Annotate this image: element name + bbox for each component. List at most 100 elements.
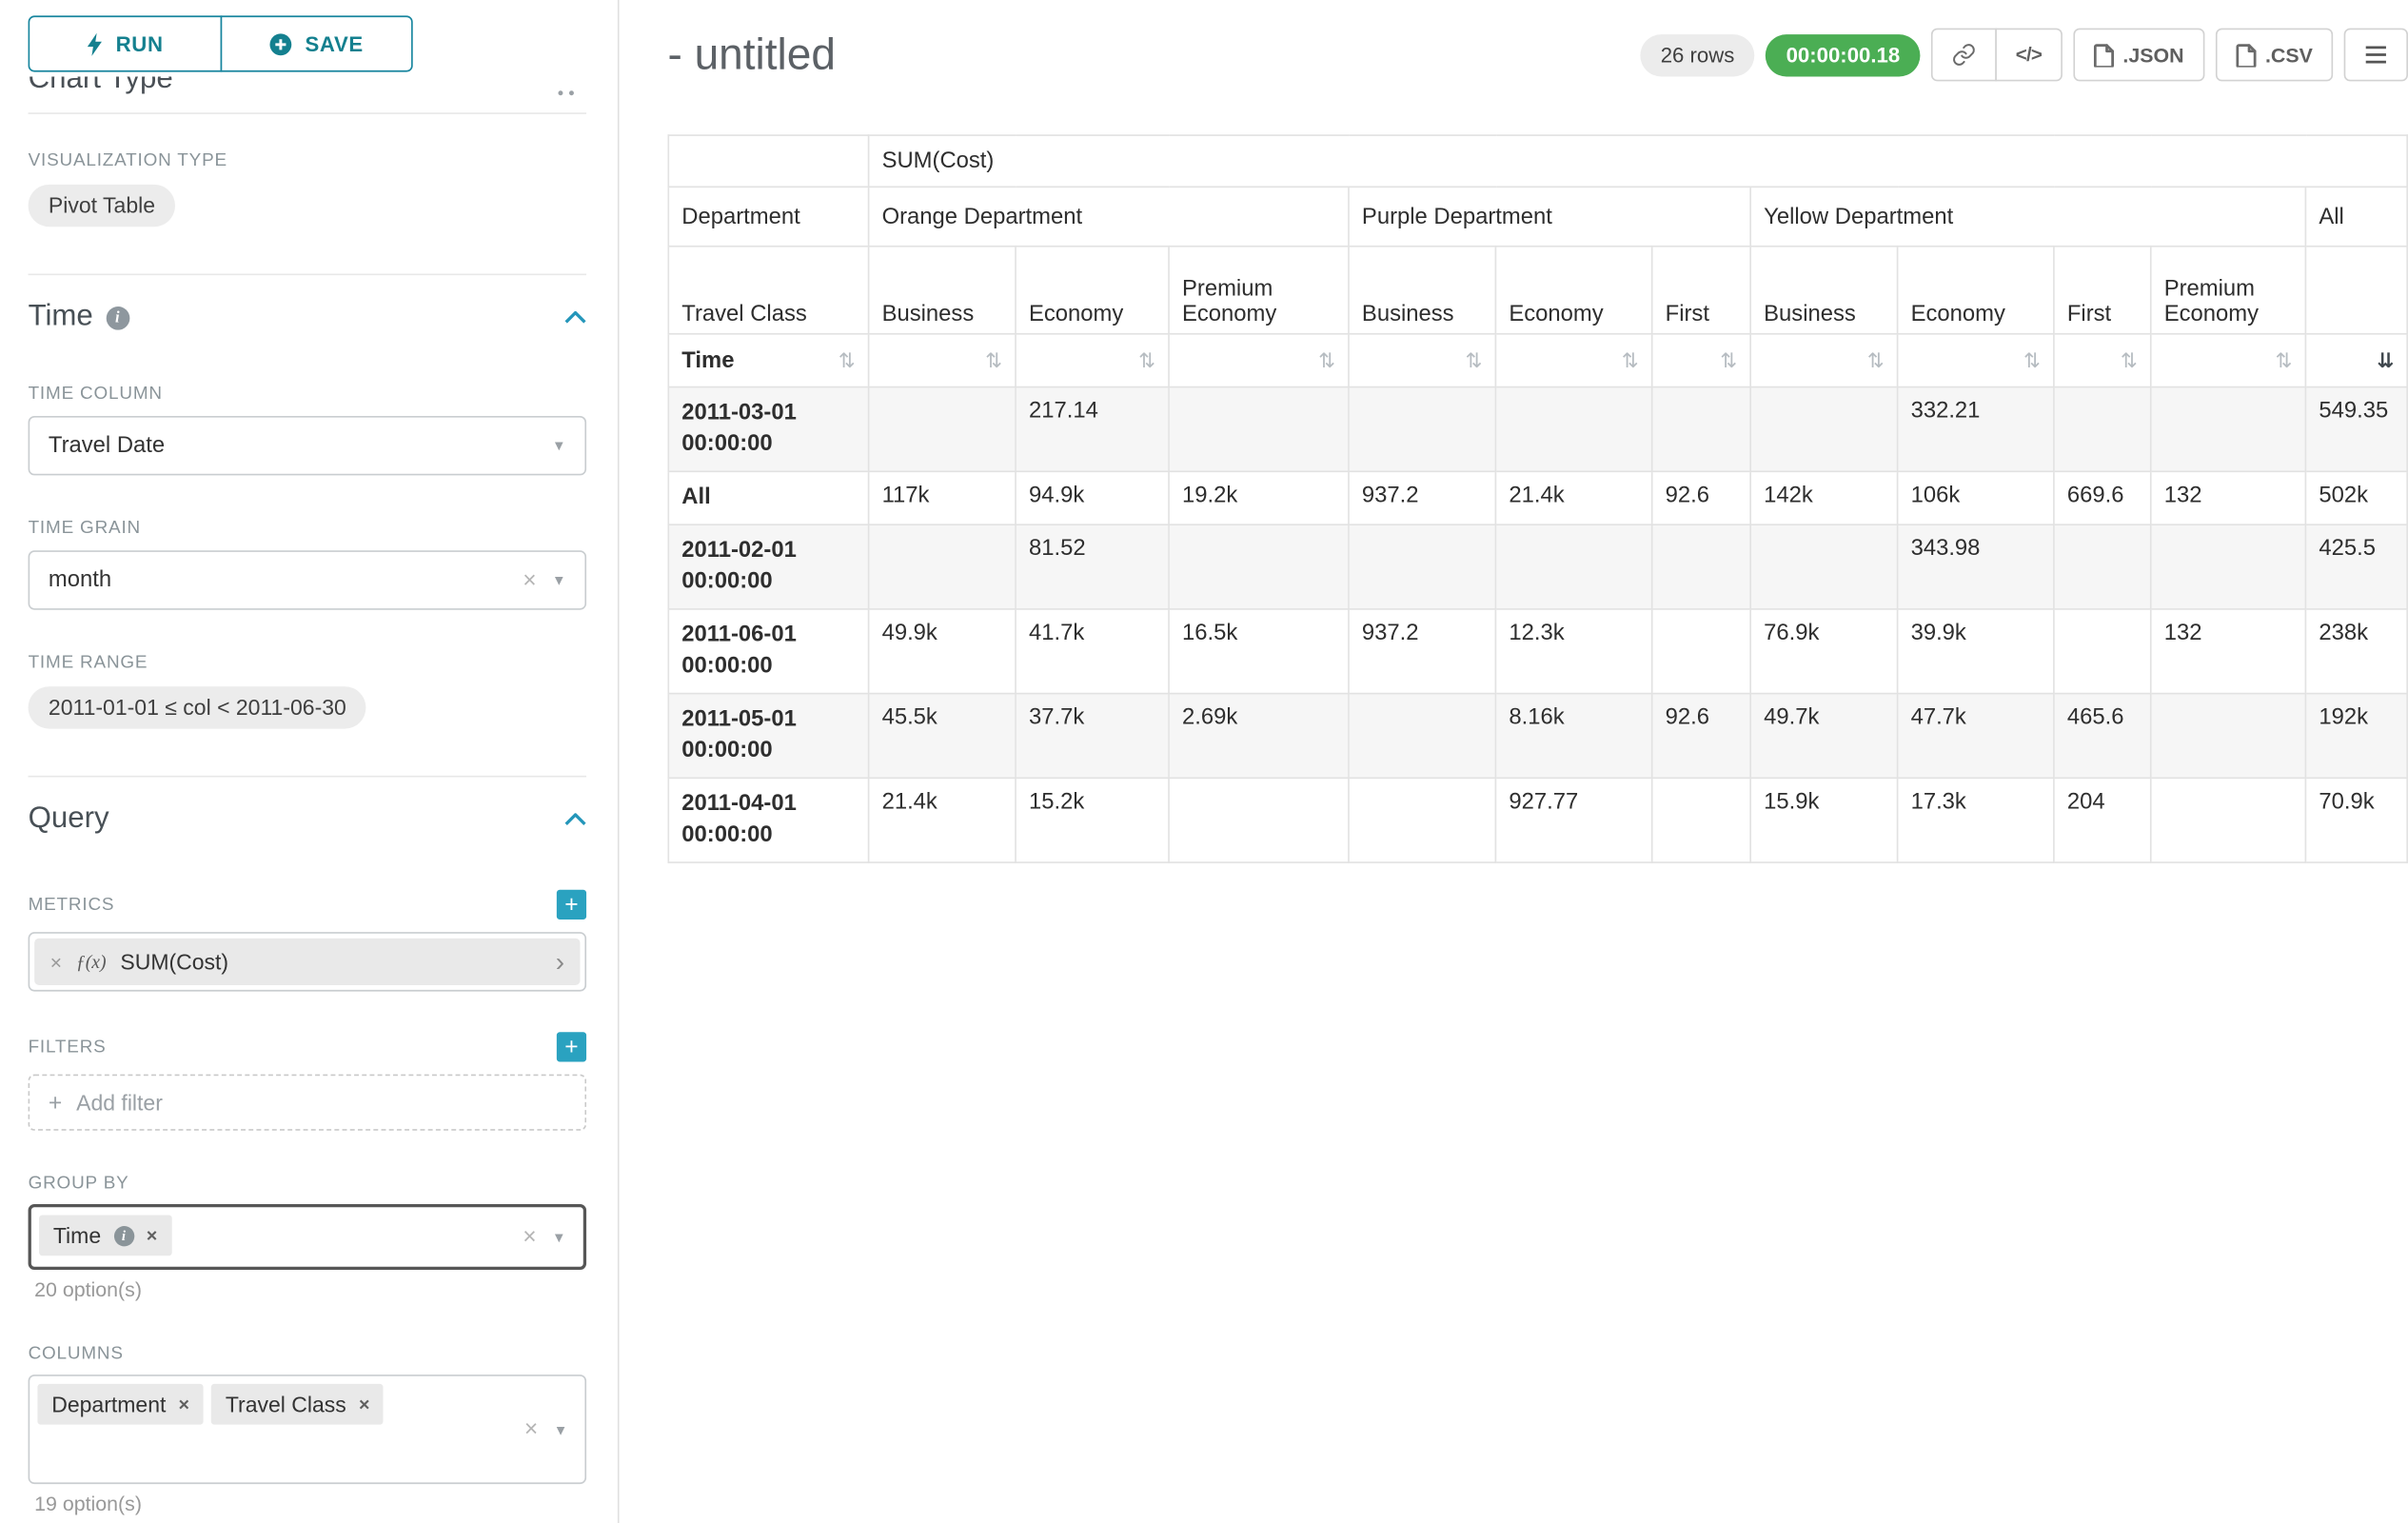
table-row: 2011-05-01 00:00:0045.5k37.7k2.69k8.16k9… — [668, 694, 2407, 779]
caret-down-icon: ▼ — [552, 438, 566, 453]
value-cell: 15.9k — [1750, 778, 1897, 862]
column-group-header: Orange Department — [869, 187, 1349, 246]
sort-cell[interactable]: ⇅ — [1349, 334, 1495, 387]
sort-icon[interactable]: ⇅ — [1466, 348, 1483, 373]
groupby-pill[interactable]: Timei× — [39, 1215, 171, 1256]
value-cell: 343.98 — [1898, 524, 2054, 609]
value-cell: 669.6 — [2054, 471, 2151, 524]
chevron-up-icon[interactable] — [564, 813, 586, 825]
value-cell: 117k — [869, 471, 1016, 524]
sort-icon[interactable]: ⇅ — [1867, 348, 1885, 373]
sort-icon[interactable]: ⇅ — [1622, 348, 1639, 373]
table-row: All117k94.9k19.2k937.221.4k92.6142k106k6… — [668, 471, 2407, 524]
value-cell: 332.21 — [1898, 387, 2054, 472]
query-timer-badge: 00:00:00.18 — [1766, 33, 1920, 75]
columns-pill[interactable]: Department× — [37, 1384, 203, 1425]
value-cell: 92.6 — [1652, 694, 1751, 779]
share-button-group: </> — [1931, 29, 2062, 82]
export-json-button[interactable]: .JSON — [2073, 29, 2204, 82]
value-cell: 204 — [2054, 778, 2151, 862]
time-column-select[interactable]: Travel Date ▼ — [29, 416, 586, 475]
column-header: Business — [869, 247, 1016, 334]
sort-cell[interactable]: ⇅ — [1016, 334, 1169, 387]
query-section-header[interactable]: Query — [29, 796, 586, 842]
sort-cell[interactable]: ⇊ — [2305, 334, 2407, 387]
value-cell — [869, 387, 1016, 472]
value-cell — [1495, 524, 1651, 609]
sort-icon[interactable]: ⇅ — [1138, 348, 1155, 373]
run-button[interactable]: RUN — [29, 15, 222, 71]
chevron-right-icon[interactable]: › — [556, 948, 564, 975]
add-filter-plus-button[interactable]: + — [557, 1032, 586, 1061]
column-header: First — [1652, 247, 1751, 334]
clear-icon[interactable]: × — [523, 1225, 536, 1249]
app: RUN SAVE Chart Type VISUALIZATION TYPE P… — [0, 0, 2408, 1523]
sort-desc-icon[interactable]: ⇊ — [2377, 348, 2394, 373]
clear-icon[interactable]: × — [524, 1417, 538, 1441]
value-cell — [1169, 524, 1349, 609]
chart-area: - untitled 26 rows 00:00:00.18 </> — [620, 0, 2408, 1523]
clear-icon[interactable]: × — [523, 568, 536, 592]
value-cell: 45.5k — [869, 694, 1016, 779]
sort-icon[interactable]: ⇅ — [2276, 348, 2293, 373]
row-header: 2011-02-01 00:00:00 — [668, 524, 868, 609]
metric-pill[interactable]: × ƒ(x) SUM(Cost) › — [34, 939, 580, 985]
chart-header: - untitled 26 rows 00:00:00.18 </> — [667, 22, 2408, 88]
time-section-header[interactable]: Time i — [29, 294, 586, 341]
sort-cell[interactable]: ⇅ — [1898, 334, 2054, 387]
columns-select[interactable]: Department×Travel Class× × ▼ — [29, 1375, 586, 1484]
value-cell: 465.6 — [2054, 694, 2151, 779]
remove-icon[interactable]: × — [50, 950, 62, 974]
column-group-header: All — [2305, 187, 2407, 246]
info-icon: i — [106, 306, 129, 329]
sort-icon[interactable]: ⇅ — [985, 348, 1002, 373]
row-header: 2011-04-01 00:00:00 — [668, 778, 868, 862]
metric-control[interactable]: × ƒ(x) SUM(Cost) › — [29, 932, 586, 991]
sort-cell[interactable]: ⇅ — [869, 334, 1016, 387]
export-csv-button[interactable]: .CSV — [2215, 29, 2333, 82]
add-filter-button[interactable]: + Add filter — [29, 1075, 586, 1131]
chart-title: - untitled — [667, 30, 835, 80]
copy-link-button[interactable] — [1931, 29, 1997, 82]
viz-type-pill[interactable]: Pivot Table — [29, 185, 176, 227]
columns-pill[interactable]: Travel Class× — [211, 1384, 384, 1425]
sort-cell[interactable]: ⇅ — [2054, 334, 2151, 387]
remove-icon[interactable]: × — [147, 1224, 158, 1246]
sort-icon[interactable]: ⇅ — [1318, 348, 1335, 373]
remove-icon[interactable]: × — [179, 1394, 190, 1415]
value-cell: 132 — [2151, 471, 2306, 524]
row-header: 2011-06-01 00:00:00 — [668, 609, 868, 694]
sort-icon[interactable]: ⇅ — [1720, 348, 1737, 373]
chevron-up-icon[interactable] — [564, 311, 586, 324]
value-cell: 41.7k — [1016, 609, 1169, 694]
group-by-select[interactable]: Timei× × ▼ — [29, 1204, 586, 1270]
csv-label: .CSV — [2265, 43, 2313, 67]
column-header: Premium Economy — [2151, 247, 2306, 334]
sort-cell[interactable]: ⇅ — [1750, 334, 1897, 387]
remove-icon[interactable]: × — [359, 1394, 370, 1415]
time-range-pill[interactable]: 2011-01-01 ≤ col < 2011-06-30 — [29, 686, 367, 728]
sort-cell[interactable]: ⇅ — [2151, 334, 2306, 387]
metric-name: SUM(Cost) — [120, 949, 228, 974]
value-cell: 8.16k — [1495, 694, 1651, 779]
sort-icon[interactable]: ⇅ — [2121, 348, 2138, 373]
row-axis-header[interactable]: Time ⇅ — [668, 334, 868, 387]
value-cell: 937.2 — [1349, 471, 1495, 524]
sort-cell[interactable]: ⇅ — [1495, 334, 1651, 387]
sort-icon[interactable]: ⇅ — [2023, 348, 2041, 373]
value-cell — [1349, 524, 1495, 609]
save-button[interactable]: SAVE — [220, 15, 413, 71]
column-header: Business — [1349, 247, 1495, 334]
sort-cell[interactable]: ⇅ — [1652, 334, 1751, 387]
sort-icon[interactable]: ⇅ — [839, 348, 856, 373]
value-cell: 49.7k — [1750, 694, 1897, 779]
caret-down-icon: ▼ — [554, 1421, 568, 1436]
sort-cell[interactable]: ⇅ — [1169, 334, 1349, 387]
time-grain-select[interactable]: month × ▼ — [29, 550, 586, 609]
embed-code-button[interactable]: </> — [1995, 29, 2062, 82]
divider — [29, 776, 586, 778]
value-cell — [1349, 694, 1495, 779]
more-options-button[interactable] — [2344, 29, 2408, 82]
add-metric-button[interactable]: + — [557, 890, 586, 920]
table-row: 2011-03-01 00:00:00217.14332.21549.35 — [668, 387, 2407, 472]
